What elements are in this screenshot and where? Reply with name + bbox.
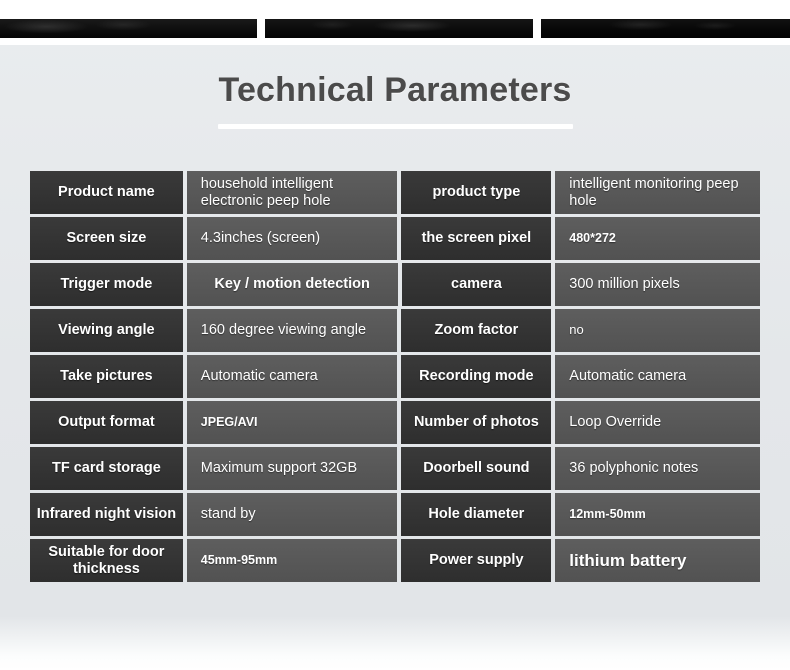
spec-label: Zoom factor xyxy=(401,309,552,352)
spec-value: 12mm-50mm xyxy=(555,493,760,536)
page-title: Technical Parameters xyxy=(218,71,572,109)
spec-label: camera xyxy=(401,263,552,306)
spec-label: the screen pixel xyxy=(401,217,552,260)
specifications-table: Product name household intelligent elect… xyxy=(30,171,761,585)
strip-gap-1 xyxy=(257,0,265,45)
spec-value: 45mm-95mm xyxy=(186,539,398,582)
spec-label: Hole diameter xyxy=(401,493,552,536)
spec-label: product type xyxy=(401,171,552,214)
spec-label: TF card storage xyxy=(30,447,183,490)
photo-bottom-edge-right xyxy=(541,19,790,38)
spec-value: 480*272 xyxy=(555,217,760,260)
table-row: Output format JPEG/AVI Number of photos … xyxy=(30,401,760,444)
spec-value: intelligent monitoring peep hole xyxy=(555,171,760,214)
spec-value: household intelligent electronic peep ho… xyxy=(186,171,398,214)
photo-bottom-edge-center xyxy=(265,19,533,38)
table-row: TF card storage Maximum support 32GB Doo… xyxy=(30,447,760,490)
table-row: Infrared night vision stand by Hole diam… xyxy=(30,493,760,536)
spec-label: Infrared night vision xyxy=(30,493,183,536)
title-underline-rule xyxy=(217,124,573,130)
spec-value: lithium battery xyxy=(555,539,760,582)
table-row: Trigger mode Key / motion detection came… xyxy=(30,263,761,306)
title-block: Technical Parameters xyxy=(0,71,790,130)
spec-value: JPEG/AVI xyxy=(186,401,398,444)
spec-value: Automatic camera xyxy=(186,355,398,398)
spec-value: Maximum support 32GB xyxy=(186,447,398,490)
photo-bottom-edge-left xyxy=(0,19,257,38)
spec-value: 36 polyphonic notes xyxy=(555,447,760,490)
spec-value: 300 million pixels xyxy=(555,263,761,306)
spec-value: Loop Override xyxy=(555,401,760,444)
photo-strip-left xyxy=(0,0,257,45)
spec-value: Automatic camera xyxy=(555,355,760,398)
spec-label: Product name xyxy=(30,171,183,214)
top-photo-strip xyxy=(0,0,790,45)
spec-label: Trigger mode xyxy=(30,263,183,306)
spec-label: Number of photos xyxy=(401,401,552,444)
spec-label: Viewing angle xyxy=(30,309,183,352)
table-row: Viewing angle 160 degree viewing angle Z… xyxy=(30,309,760,352)
table-row: Product name household intelligent elect… xyxy=(30,171,760,214)
table-row: Take pictures Automatic camera Recording… xyxy=(30,355,760,398)
spec-label: Screen size xyxy=(30,217,183,260)
spec-label: Take pictures xyxy=(30,355,183,398)
spec-value: stand by xyxy=(186,493,398,536)
photo-strip-center xyxy=(265,0,533,45)
spec-label: Recording mode xyxy=(401,355,552,398)
technical-parameters-page: Technical Parameters Product name househ… xyxy=(0,0,790,670)
spec-label: Power supply xyxy=(401,539,552,582)
table-row: Screen size 4.3inches (screen) the scree… xyxy=(30,217,760,260)
spec-label: Doorbell sound xyxy=(401,447,552,490)
spec-value: no xyxy=(555,309,760,352)
spec-value: 160 degree viewing angle xyxy=(186,309,398,352)
photo-strip-right xyxy=(541,0,790,45)
spec-value: Key / motion detection xyxy=(186,263,398,306)
spec-label: Suitable for door thickness xyxy=(30,539,183,582)
strip-gap-2 xyxy=(533,0,541,45)
table-row: Suitable for door thickness 45mm-95mm Po… xyxy=(30,539,760,582)
spec-label: Output format xyxy=(30,401,183,444)
spec-value: 4.3inches (screen) xyxy=(186,217,398,260)
